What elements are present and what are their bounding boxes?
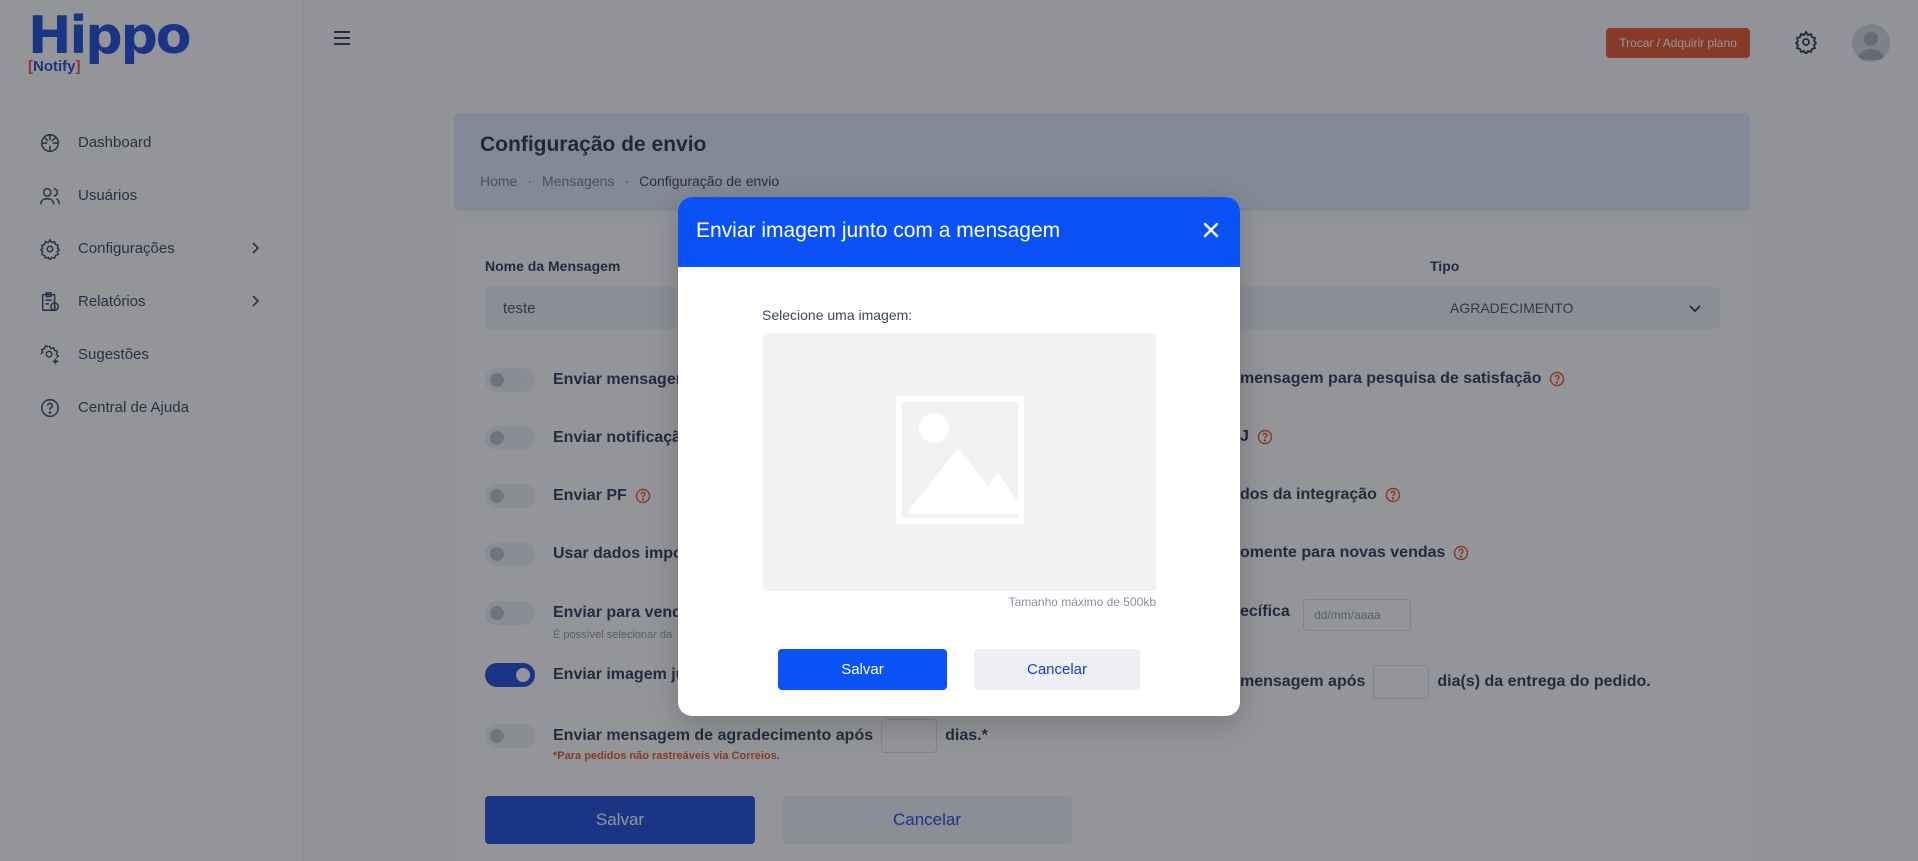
close-icon[interactable] [1200,219,1222,241]
modal-save-button[interactable]: Salvar [778,649,947,690]
image-dropzone[interactable] [763,333,1156,591]
modal-title: Enviar imagem junto com a mensagem [696,219,1061,242]
image-placeholder-icon [895,395,1024,529]
modal-cancel-button[interactable]: Cancelar [974,649,1140,690]
max-size-note: Tamanho máximo de 500kb [1008,595,1156,609]
select-image-label: Selecione uma imagem: [762,307,913,323]
modal-header: Enviar imagem junto com a mensagem [678,197,1240,267]
image-upload-modal: Enviar imagem junto com a mensagem Selec… [678,197,1240,716]
